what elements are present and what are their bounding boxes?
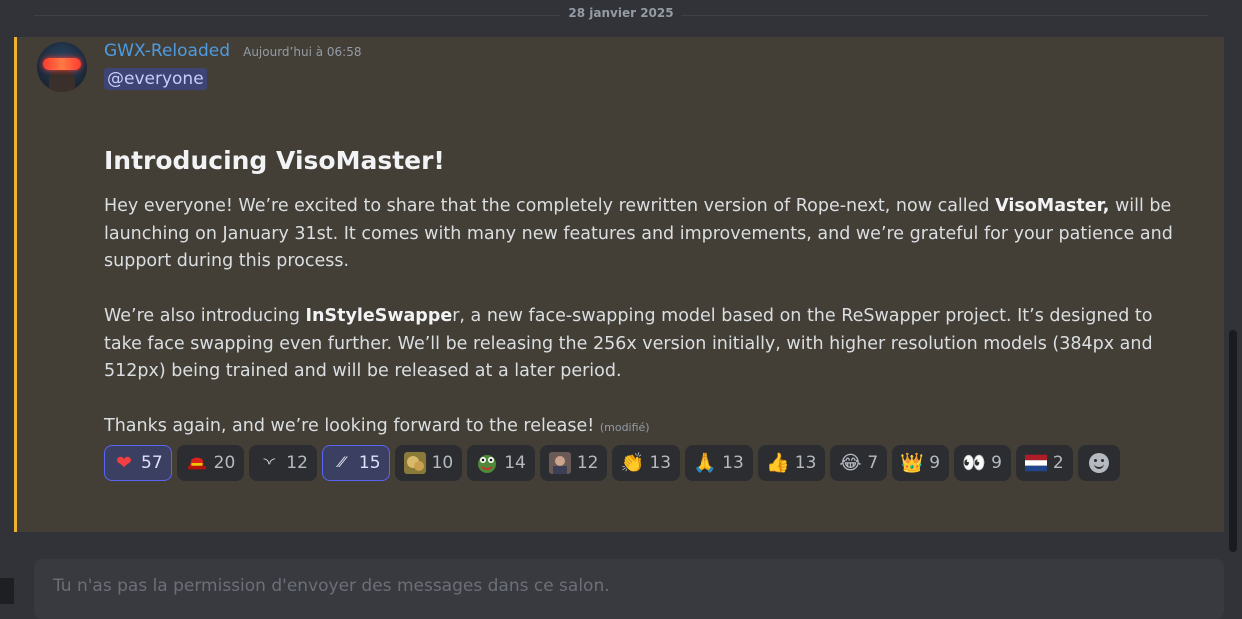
paragraph-3: Thanks again, and we’re looking forward …: [104, 413, 1174, 442]
reaction-folded-hands[interactable]: 🙏 13: [685, 445, 753, 481]
reaction-count: 15: [358, 453, 381, 473]
reaction-count: 9: [929, 453, 941, 473]
divider-date: 28 janvier 2025: [560, 6, 682, 20]
reaction-count: 14: [504, 453, 526, 473]
reaction-count: 12: [576, 453, 599, 473]
date-divider: 28 janvier 2025: [34, 4, 1208, 26]
photo-emote-icon: [548, 452, 571, 474]
message-header: GWX-Reloaded Aujourd’hui à 06:58: [104, 41, 361, 61]
edited-label: (modifié): [599, 421, 650, 434]
reaction-tears-of-joy[interactable]: 😂 7: [830, 445, 888, 481]
paragraph-2-bold: InStyleSwappe: [305, 306, 453, 326]
reaction-heart[interactable]: ❤ 57: [104, 445, 172, 481]
reaction-count: 7: [867, 453, 879, 473]
composer-placeholder: Tu n'as pas la permission d'envoyer des …: [53, 576, 610, 596]
reaction-thumbs-up[interactable]: 👍 13: [757, 445, 826, 481]
reaction-count: 12: [286, 453, 308, 473]
reaction-count: 10: [431, 453, 454, 473]
reaction-count: 13: [649, 453, 672, 473]
tears-of-joy-icon: 😂: [839, 451, 862, 474]
reaction-netherlands-flag[interactable]: 2: [1015, 445, 1073, 481]
reaction-dog-emote[interactable]: 10: [394, 445, 463, 481]
reaction-photo-emote[interactable]: 12: [539, 445, 608, 481]
crown-icon: 👑: [900, 451, 925, 474]
message-item[interactable]: GWX-Reloaded Aujourd’hui à 06:58 @everyo…: [14, 37, 1224, 532]
paragraph-3-text: Thanks again, and we’re looking forward …: [104, 416, 595, 436]
left-panel-edge: [0, 578, 14, 604]
avatar-glasses: [43, 58, 81, 70]
eyes-icon: 👀: [962, 451, 986, 474]
reaction-eyes[interactable]: 👀 9: [954, 445, 1011, 481]
paragraph-1-text-a: Hey everyone! We’re excited to share tha…: [104, 196, 996, 216]
reaction-closed-eyes[interactable]: ◝◜ 12: [249, 445, 317, 481]
reaction-pencil[interactable]: ⁄⁄ 15: [321, 445, 390, 481]
red-hat-icon: [186, 452, 208, 474]
netherlands-flag-icon: [1024, 452, 1047, 474]
reaction-count: 20: [213, 453, 236, 473]
scrollbar-thumb[interactable]: [1229, 330, 1237, 552]
paragraph-1-bold: VisoMaster,: [995, 196, 1110, 216]
dog-emote-icon: [403, 452, 426, 474]
paragraph-1: Hey everyone! We’re excited to share tha…: [104, 193, 1174, 276]
folded-hands-icon: 🙏: [693, 451, 717, 474]
reactions-bar: ❤ 57 20 ◝◜ 12 ⁄⁄ 15 10 14 12 👏 13 🙏 13 👍…: [104, 445, 1164, 481]
reaction-count: 2: [1052, 453, 1064, 473]
avatar-face: [49, 70, 75, 92]
clapping-hands-icon: 👏: [620, 451, 645, 474]
reaction-count: 13: [794, 453, 817, 473]
paragraph-2: We’re also introducing InStyleSwapper, a…: [104, 303, 1174, 386]
username[interactable]: GWX-Reloaded: [104, 41, 230, 61]
reaction-frog-emote[interactable]: 14: [467, 445, 535, 481]
smiley-icon: [1088, 453, 1109, 473]
everyone-mention[interactable]: @everyone: [104, 68, 207, 90]
reaction-crown[interactable]: 👑 9: [892, 445, 950, 481]
frog-emote-icon: [476, 452, 498, 474]
thumbs-up-icon: 👍: [765, 451, 790, 474]
add-reaction-button[interactable]: [1077, 445, 1120, 481]
reaction-count: 13: [722, 453, 744, 473]
pencil-icon: ⁄⁄: [339, 455, 345, 471]
reaction-count: 9: [991, 453, 1002, 473]
heart-icon: ❤: [116, 451, 132, 474]
message-title: Introducing VisoMaster!: [104, 146, 445, 175]
avatar[interactable]: [37, 42, 87, 92]
reaction-count: 57: [141, 453, 163, 473]
closed-eyes-icon: ◝◜: [263, 453, 276, 472]
reaction-clapping-hands[interactable]: 👏 13: [612, 445, 681, 481]
paragraph-2-text-a: We’re also introducing: [104, 306, 306, 326]
timestamp[interactable]: Aujourd’hui à 06:58: [243, 45, 361, 59]
reaction-red-hat[interactable]: 20: [176, 445, 245, 481]
message-composer: Tu n'as pas la permission d'envoyer des …: [34, 559, 1224, 619]
